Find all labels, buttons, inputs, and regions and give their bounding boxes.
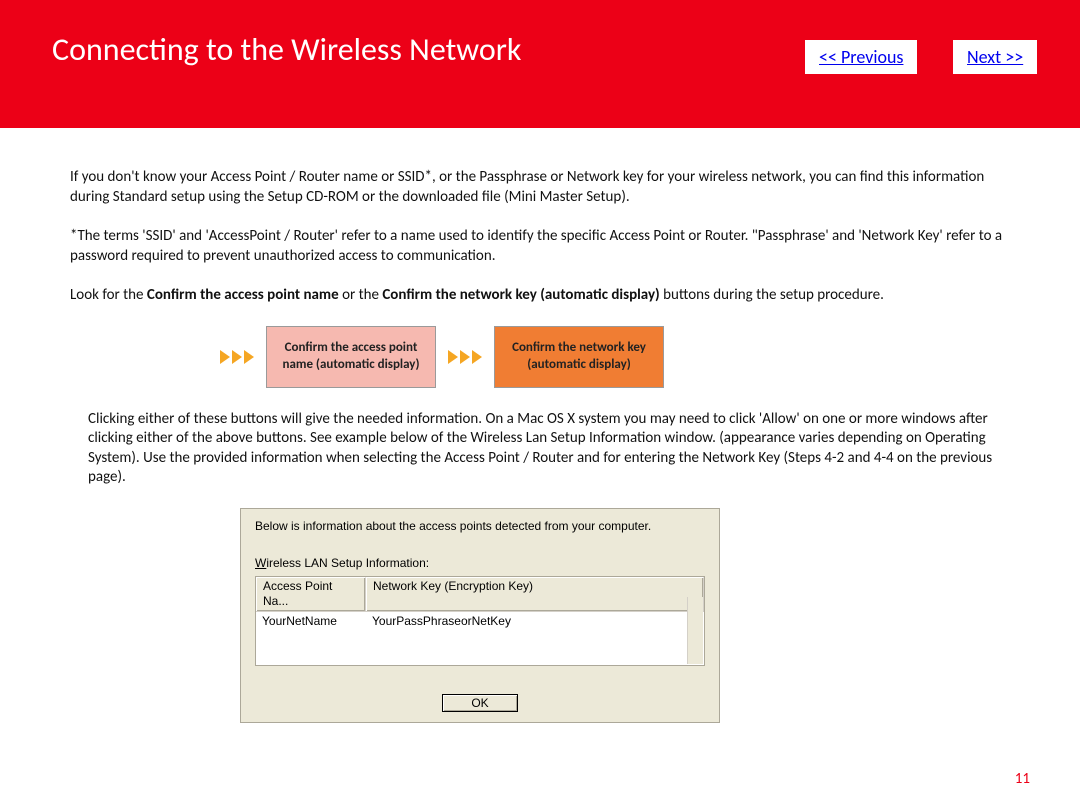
listbox-header: Access Point Na... Network Key (Encrypti… xyxy=(256,577,704,612)
next-button[interactable]: Next >> xyxy=(953,40,1037,74)
page-number: 11 xyxy=(1015,770,1030,788)
confirm-access-point-button[interactable]: Confirm the access point name (automatic… xyxy=(266,326,436,388)
intro-paragraph: If you don't know your Access Point / Ro… xyxy=(70,168,1010,207)
cell-access-point: YourNetName xyxy=(262,614,372,630)
confirm-network-key-button[interactable]: Confirm the network key (automatic displ… xyxy=(494,326,664,388)
cell-network-key: YourPassPhraseorNetKey xyxy=(372,614,698,630)
footnote-paragraph: *The terms 'SSID' and 'AccessPoint / Rou… xyxy=(70,227,1010,266)
page-title: Connecting to the Wireless Network xyxy=(52,30,521,69)
confirm-buttons-row: Confirm the access point name (automatic… xyxy=(70,326,1010,388)
col-header-access-point[interactable]: Access Point Na... xyxy=(256,577,366,611)
previous-button[interactable]: << Previous xyxy=(805,40,917,74)
lookfor-paragraph: Look for the Confirm the access point na… xyxy=(70,286,1010,306)
col-header-network-key[interactable]: Network Key (Encryption Key) xyxy=(366,577,704,611)
dialog-list-label: Wireless LAN Setup Information: xyxy=(255,556,705,572)
explain-paragraph: Clicking either of these buttons will gi… xyxy=(70,410,1010,488)
access-points-listbox[interactable]: Access Point Na... Network Key (Encrypti… xyxy=(255,576,705,666)
arrow-icon xyxy=(448,350,482,364)
scrollbar[interactable] xyxy=(687,597,703,664)
ok-button[interactable]: OK xyxy=(442,694,518,712)
dialog-message: Below is information about the access po… xyxy=(255,519,705,535)
wireless-setup-dialog: Below is information about the access po… xyxy=(240,508,720,723)
list-item[interactable]: YourNetName YourPassPhraseorNetKey xyxy=(256,612,704,630)
arrow-icon xyxy=(220,350,254,364)
